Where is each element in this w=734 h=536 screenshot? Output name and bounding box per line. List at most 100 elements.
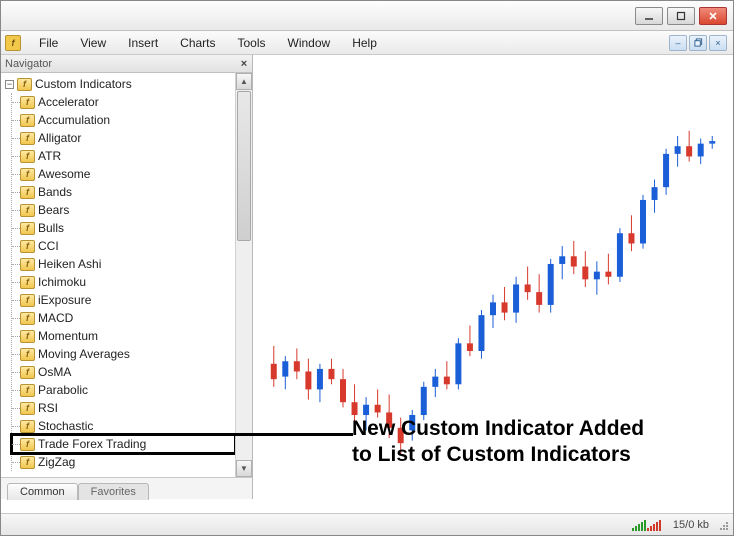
indicator-icon: f — [20, 402, 35, 415]
tree-item[interactable]: fBulls — [12, 219, 235, 237]
tree-item-label: Bands — [38, 185, 72, 199]
annotation-text: New Custom Indicator Added to List of Cu… — [352, 416, 644, 469]
tree-item-label: ZigZag — [38, 455, 75, 469]
mdi-restore-button[interactable] — [689, 35, 707, 51]
tree-item-label: Stochastic — [38, 419, 93, 433]
menu-tools[interactable]: Tools — [228, 33, 276, 53]
indicator-icon: f — [20, 348, 35, 361]
indicator-icon: f — [20, 456, 35, 469]
menu-file[interactable]: File — [29, 33, 68, 53]
tree-item-label: iExposure — [38, 293, 91, 307]
window-titlebar — [1, 1, 733, 31]
tree-item-label: Heiken Ashi — [38, 257, 101, 271]
tree-item-label: Accumulation — [38, 113, 110, 127]
indicator-icon: f — [20, 384, 35, 397]
window-minimize-button[interactable] — [635, 7, 663, 25]
tree-item[interactable]: fZigZag — [12, 453, 235, 471]
folder-icon: f — [17, 78, 32, 91]
menu-insert[interactable]: Insert — [118, 33, 168, 53]
indicator-icon: f — [20, 438, 35, 451]
tree-item[interactable]: fOsMA — [12, 363, 235, 381]
indicator-icon: f — [20, 312, 35, 325]
navigator-tabs: Common Favorites — [1, 477, 252, 499]
tree-item-label: MACD — [38, 311, 73, 325]
scroll-up-arrow-icon[interactable]: ▲ — [236, 73, 252, 90]
menu-charts[interactable]: Charts — [170, 33, 225, 53]
tab-common[interactable]: Common — [7, 483, 78, 500]
scroll-thumb[interactable] — [237, 91, 251, 241]
tree-item[interactable]: fBears — [12, 201, 235, 219]
tree-item[interactable]: fCCI — [12, 237, 235, 255]
indicator-icon: f — [20, 96, 35, 109]
tree-item[interactable]: fIchimoku — [12, 273, 235, 291]
navigator-close-button[interactable]: × — [236, 58, 252, 70]
indicator-icon: f — [20, 240, 35, 253]
indicator-icon: f — [20, 420, 35, 433]
annotation-line2: to List of Custom Indicators — [352, 442, 644, 468]
indicator-icon: f — [20, 366, 35, 379]
connection-bars-icon — [632, 519, 661, 531]
annotation-line1: New Custom Indicator Added — [352, 416, 644, 442]
tree-item[interactable]: fStochastic — [12, 417, 235, 435]
tree-item[interactable]: fAccumulation — [12, 111, 235, 129]
menubar: f File View Insert Charts Tools Window H… — [1, 31, 733, 55]
tree-item[interactable]: fBands — [12, 183, 235, 201]
tree-root-label: Custom Indicators — [35, 77, 132, 91]
tree-item-label: Awesome — [38, 167, 90, 181]
navigator-title: Navigator — [5, 58, 52, 70]
resize-grip-icon[interactable] — [718, 520, 730, 532]
mdi-close-button[interactable]: × — [709, 35, 727, 51]
tree-root-custom-indicators[interactable]: − f Custom Indicators — [5, 75, 235, 93]
tree-item[interactable]: fRSI — [12, 399, 235, 417]
status-traffic: 15/0 kb — [673, 519, 709, 531]
indicator-icon: f — [20, 330, 35, 343]
tree-item-label: ATR — [38, 149, 61, 163]
navigator-scrollbar[interactable]: ▲ ▼ — [235, 73, 252, 477]
tree-item[interactable]: fParabolic — [12, 381, 235, 399]
tree-item-label: Bulls — [38, 221, 64, 235]
indicator-icon: f — [20, 204, 35, 217]
tree-item-label: Momentum — [38, 329, 98, 343]
tab-favorites[interactable]: Favorites — [78, 483, 149, 500]
tree-item-label: Alligator — [38, 131, 81, 145]
indicator-icon: f — [20, 258, 35, 271]
window-maximize-button[interactable] — [667, 7, 695, 25]
indicator-icon: f — [20, 294, 35, 307]
tree-item[interactable]: fMoving Averages — [12, 345, 235, 363]
navigator-tree[interactable]: − f Custom Indicators fAcceleratorfAccum… — [1, 73, 235, 477]
tree-item[interactable]: fATR — [12, 147, 235, 165]
tree-item-label: Trade Forex Trading — [38, 437, 146, 451]
tree-item-label: Ichimoku — [38, 275, 86, 289]
indicator-icon: f — [20, 150, 35, 163]
indicator-icon: f — [20, 222, 35, 235]
menu-window[interactable]: Window — [278, 33, 341, 53]
app-icon: f — [5, 35, 21, 51]
window-close-button[interactable] — [699, 7, 727, 25]
tree-item[interactable]: fAccelerator — [12, 93, 235, 111]
indicator-icon: f — [20, 114, 35, 127]
navigator-header: Navigator × — [1, 55, 252, 73]
tree-item-label: Bears — [38, 203, 69, 217]
menu-view[interactable]: View — [70, 33, 116, 53]
indicator-icon: f — [20, 186, 35, 199]
tree-item[interactable]: fMomentum — [12, 327, 235, 345]
navigator-panel: Navigator × − f Custom Indicators fAccel… — [1, 55, 253, 499]
mdi-controls: – × — [669, 35, 733, 51]
scroll-down-arrow-icon[interactable]: ▼ — [236, 460, 252, 477]
tree-item[interactable]: fAwesome — [12, 165, 235, 183]
indicator-icon: f — [20, 168, 35, 181]
tree-item[interactable]: fTrade Forex Trading — [12, 435, 235, 453]
tree-item[interactable]: fMACD — [12, 309, 235, 327]
tree-collapse-icon[interactable]: − — [5, 80, 14, 89]
tree-item-label: CCI — [38, 239, 59, 253]
tree-item[interactable]: fHeiken Ashi — [12, 255, 235, 273]
menu-help[interactable]: Help — [342, 33, 387, 53]
tree-item-label: Accelerator — [38, 95, 99, 109]
tree-item[interactable]: fAlligator — [12, 129, 235, 147]
tree-item-label: OsMA — [38, 365, 71, 379]
tree-item-label: RSI — [38, 401, 58, 415]
annotation-connector — [233, 433, 353, 436]
tree-item-label: Moving Averages — [38, 347, 130, 361]
mdi-minimize-button[interactable]: – — [669, 35, 687, 51]
tree-item[interactable]: fiExposure — [12, 291, 235, 309]
